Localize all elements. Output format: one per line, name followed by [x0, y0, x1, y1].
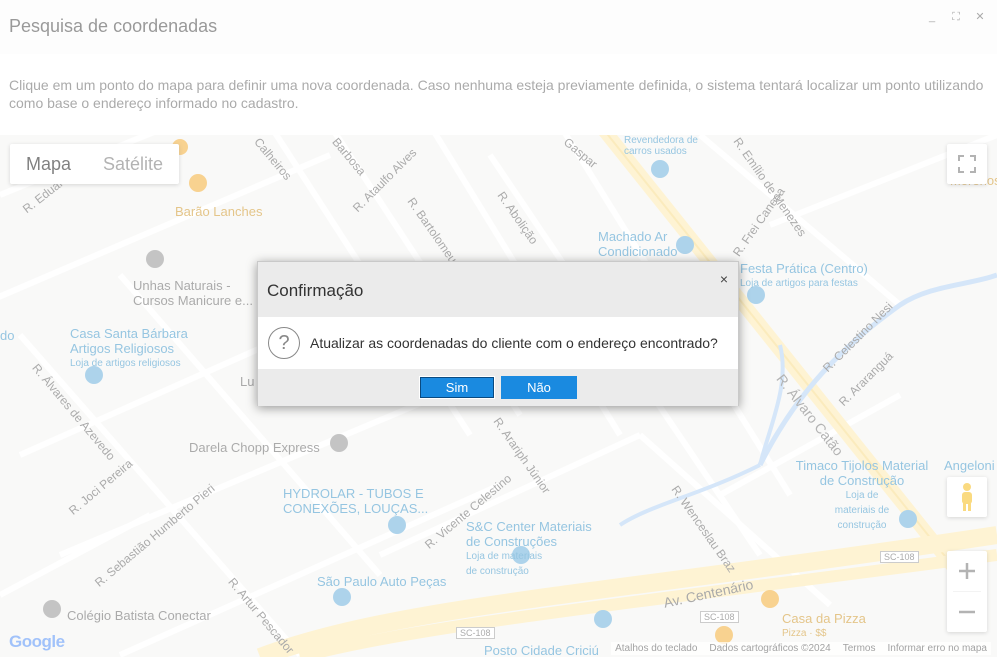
dialog-close-button[interactable]: ×: [720, 271, 728, 287]
coordinate-search-window: Pesquisa de coordenadas _ ⛶ ✕ Clique em …: [0, 0, 997, 668]
question-icon: ?: [268, 327, 300, 359]
dialog-header: Confirmação ×: [258, 262, 738, 317]
dialog-body: ? Atualizar as coordenadas do cliente co…: [258, 317, 738, 369]
no-button[interactable]: Não: [501, 376, 577, 399]
dialog-title: Confirmação: [267, 281, 364, 300]
confirmation-dialog: Confirmação × ? Atualizar as coordenadas…: [257, 261, 739, 406]
yes-button[interactable]: Sim: [419, 376, 495, 399]
dialog-message: Atualizar as coordenadas do cliente com …: [310, 335, 718, 351]
dialog-footer: Sim Não: [258, 369, 738, 406]
